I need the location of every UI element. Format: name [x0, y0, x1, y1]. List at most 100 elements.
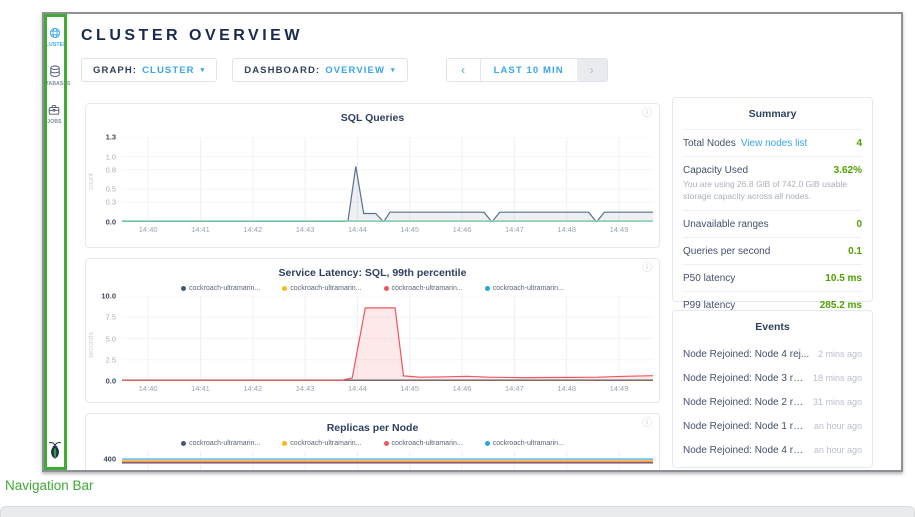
legend-dot-icon — [181, 286, 186, 291]
summary-row-value: 4 — [856, 138, 862, 149]
y-axis-tick: 400 — [103, 454, 116, 463]
cockroachdb-logo[interactable] — [47, 441, 62, 465]
sidebar-item-databases[interactable]: DATABASES — [42, 65, 71, 87]
chart-legend: cockroach-ultramarin... cockroach-ultrama… — [86, 283, 659, 294]
summary-row-label: Unavailable ranges — [683, 219, 769, 230]
legend-label: cockroach-ultramarin... — [392, 285, 463, 292]
sidebar-item-label: JOBS — [47, 119, 61, 125]
legend-item[interactable]: cockroach-ultramarin... — [282, 438, 361, 449]
chevron-down-icon: ▾ — [201, 66, 206, 74]
y-axis-tick: 0.5 — [106, 185, 116, 194]
x-axis-tick: 14:41 — [191, 225, 210, 234]
event-row[interactable]: Node Rejoined: Node 2 rej... 31 mins ago — [683, 390, 862, 414]
x-axis-tick: 14:48 — [557, 384, 576, 393]
service-latency-chart: Service Latency: SQL, 99th percentile ⓘ … — [85, 258, 660, 403]
summary-row: Queries per second 0.1 — [683, 238, 862, 265]
main-content: CLUSTER OVERVIEW GRAPH: CLUSTER ▾ DASHBO… — [66, 14, 901, 470]
summary-row-value: 3.62% — [834, 165, 862, 176]
info-icon[interactable]: ⓘ — [642, 264, 652, 274]
legend-item[interactable]: cockroach-ultramarin... — [181, 438, 260, 449]
x-axis-tick: 14:48 — [557, 225, 576, 234]
event-text: Node Rejoined: Node 1 rej... — [683, 421, 808, 432]
event-text: Node Rejoined: Node 4 rej... — [683, 445, 808, 456]
legend-item[interactable]: cockroach-ultramarin... — [384, 283, 463, 294]
x-axis: 14:40 14:41 14:42 14:43 14:44 14:45 14:46 14:47… — [122, 384, 653, 396]
legend-item[interactable]: cockroach-ultramarin... — [485, 438, 564, 449]
x-axis-tick: 14:46 — [453, 225, 472, 234]
x-axis-tick: 14:41 — [191, 384, 210, 393]
events-title: Events — [683, 311, 862, 342]
dashboard-dropdown[interactable]: DASHBOARD: OVERVIEW ▾ — [232, 58, 407, 82]
right-column: Summary Total Nodes View nodes list 4 Ca… — [672, 97, 873, 468]
legend-item[interactable]: cockroach-ultramarin... — [181, 283, 260, 294]
admin-ui-window: CLUSTER DATABASES JOBS — [42, 12, 903, 472]
x-axis-tick: 14:47 — [505, 225, 524, 234]
x-axis-tick: 14:40 — [139, 225, 158, 234]
chart-plot: 400 14:4014:4114:4214:4314:4414:4514:461… — [86, 451, 659, 472]
x-axis-tick: 14:42 — [243, 225, 262, 234]
y-axis-tick: 0.8 — [106, 165, 116, 174]
x-axis-tick: 14:40 — [139, 384, 158, 393]
dashboard-controls: GRAPH: CLUSTER ▾ DASHBOARD: OVERVIEW ▾ ‹… — [81, 58, 608, 82]
legend-label: cockroach-ultramarin... — [290, 285, 361, 292]
x-axis-tick: 14:43 — [296, 225, 315, 234]
time-prev-button[interactable]: ‹ — [447, 59, 481, 81]
graph-dropdown-value: CLUSTER — [142, 65, 195, 76]
x-axis-tick: 14:43 — [296, 384, 315, 393]
annotation-label: Navigation Bar — [5, 478, 94, 493]
event-row[interactable]: Node Rejoined: Node 3 rej... 18 mins ago — [683, 366, 862, 390]
summary-row-label: P50 latency — [683, 273, 735, 284]
summary-row-value: 0 — [856, 219, 862, 230]
dashboard-dropdown-value: OVERVIEW — [325, 65, 385, 76]
legend-item[interactable]: cockroach-ultramarin... — [282, 283, 361, 294]
chart-legend: cockroach-ultramarin... cockroach-ultrama… — [86, 438, 659, 449]
info-icon[interactable]: ⓘ — [642, 109, 652, 119]
page-title: CLUSTER OVERVIEW — [81, 27, 303, 45]
event-text: Node Rejoined: Node 4 rej... — [683, 349, 809, 360]
x-axis-tick: 14:42 — [243, 384, 262, 393]
y-axis: 0.02.55.07.510.0 — [86, 296, 122, 381]
legend-label: cockroach-ultramarin... — [392, 440, 463, 447]
event-row[interactable]: Node Rejoined: Node 4 rej... 2 mins ago — [683, 342, 862, 366]
y-axis: 0.00.30.50.81.01.3 — [86, 137, 122, 222]
legend-label: cockroach-ultramarin... — [189, 285, 260, 292]
summary-row: Total Nodes View nodes list 4 — [683, 130, 862, 157]
view-nodes-list-link[interactable]: View nodes list — [741, 138, 857, 149]
database-icon — [49, 65, 61, 78]
legend-item[interactable]: cockroach-ultramarin... — [384, 438, 463, 449]
event-row[interactable]: Node Rejoined: Node 1 rej... an hour ago — [683, 414, 862, 438]
charts-column: SQL Queries ⓘ count 0.00.30.50.81.01.3 1… — [85, 103, 660, 472]
graph-dropdown[interactable]: GRAPH: CLUSTER ▾ — [81, 58, 217, 82]
y-axis-tick: 5.0 — [106, 334, 116, 343]
event-text: Node Rejoined: Node 3 rej... — [683, 373, 807, 384]
x-axis-tick: 14:46 — [453, 384, 472, 393]
y-axis-tick: 1.0 — [106, 152, 116, 161]
event-time: 31 mins ago — [813, 397, 862, 407]
y-axis-tick: 2.5 — [106, 355, 116, 364]
info-icon[interactable]: ⓘ — [642, 419, 652, 429]
time-next-button[interactable]: › — [577, 59, 607, 81]
chart-plot: seconds 0.02.55.07.510.0 14:4014:4114:42… — [86, 296, 659, 396]
x-axis-tick: 14:47 — [505, 384, 524, 393]
globe-icon — [49, 27, 61, 39]
y-axis-tick: 1.3 — [106, 133, 116, 142]
event-time: an hour ago — [814, 421, 862, 431]
x-axis-tick: 14:44 — [348, 225, 367, 234]
y-axis-tick: 10.0 — [101, 292, 116, 301]
sidebar-item-cluster[interactable]: CLUSTER — [42, 27, 67, 48]
events-panel: Events Node Rejoined: Node 4 rej... 2 mi… — [672, 310, 873, 468]
chart-title: Service Latency: SQL, 99th percentile — [86, 259, 659, 279]
event-row[interactable]: Node Rejoined: Node 4 rej... an hour ago — [683, 438, 862, 462]
x-axis-tick: 14:49 — [610, 384, 629, 393]
chart-canvas — [122, 296, 653, 381]
sidebar-item-jobs[interactable]: JOBS — [47, 104, 61, 125]
replicas-per-node-chart: Replicas per Node ⓘ cockroach-ultramarin… — [85, 413, 660, 472]
x-axis-tick: 14:44 — [348, 384, 367, 393]
x-axis-tick: 14:45 — [400, 225, 419, 234]
time-range-value[interactable]: LAST 10 MIN — [481, 59, 577, 81]
event-time: 18 mins ago — [813, 373, 862, 383]
x-axis-tick: 14:45 — [400, 384, 419, 393]
legend-item[interactable]: cockroach-ultramarin... — [485, 283, 564, 294]
y-axis-tick: 0.0 — [106, 218, 116, 227]
chevron-down-icon: ▾ — [391, 66, 396, 74]
